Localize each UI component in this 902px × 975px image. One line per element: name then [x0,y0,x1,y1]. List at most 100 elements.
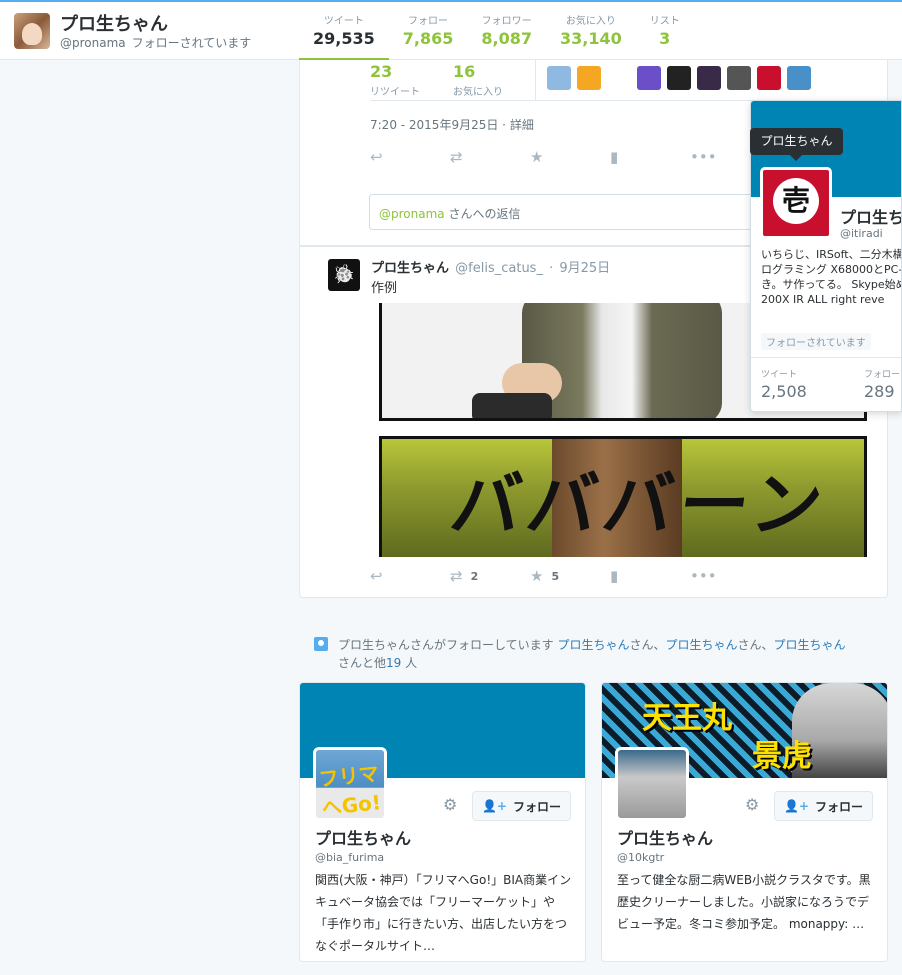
user-card-name[interactable]: プロ生ちゃん [617,825,713,849]
favorite-icon[interactable]: ★ [530,148,610,166]
person-icon [314,637,328,651]
stat-label: お気に入り [565,16,616,27]
stat-followers[interactable]: フォロワー 8,087 [467,0,546,60]
stat-label: フォロー [864,370,901,380]
stat-label: フォロー [408,16,449,27]
favoriter-avatar[interactable] [547,66,571,90]
user-card-avatar[interactable] [615,747,689,821]
favoriter-avatar[interactable] [637,66,661,90]
profile-handle-line: @pronama フォローされています [60,34,251,51]
favoriter-avatar[interactable] [577,66,601,90]
favorite-count-label: お気に入り [453,87,503,98]
gear-icon[interactable]: ⚙ [745,795,759,814]
follow-button[interactable]: 👤+ フォロー [472,791,571,821]
retweet-count: 2 [470,569,479,583]
favoriter-avatars [547,66,811,90]
follows-you-label: フォローされています [131,36,252,50]
followed-by-link[interactable]: プロ生ちゃん [557,638,629,652]
followed-by-link[interactable]: プロ生ちゃん [774,638,846,652]
separator: さん、 [737,638,774,652]
more-icon[interactable]: ••• [690,567,770,585]
followed-by-notice: プロ生ちゃんさんがフォローしています プロ生ちゃんさん、プロ生ちゃんさん、プロ生… [314,636,894,672]
reply-icon[interactable]: ↩ [370,567,450,585]
user-card-name[interactable]: プロ生ちゃん [315,825,411,849]
reply-placeholder: さんへの返信 [448,207,521,221]
retweet-icon[interactable]: ⇄ [450,148,530,166]
user-card[interactable]: 天王丸 景虎 ⚙ 👤+ フォロー プロ生ちゃん @10kgtr 至って健全な厨二病… [601,682,888,962]
retweet-icon[interactable]: ⇄ 2 [450,567,530,585]
retweet-count-label: リツイート [370,87,420,98]
user-card[interactable]: フリマへGo! ⚙ 👤+ フォロー プロ生ちゃん @bia_furima 関西(大… [299,682,586,962]
stat-tweets[interactable]: ツイート 29,535 [299,0,389,61]
user-card-bio: 至って健全な厨二病WEB小説クラスタです。黒歴史クリーナーしました。小説家になろ… [617,873,871,931]
reply-author-name[interactable]: プロ生ちゃん [371,261,449,276]
analytics-icon[interactable]: ▮ [610,148,690,166]
hover-card-bio: いちらじ、IRSoft、二分木構文解析とプログラミング X68000とPC-88… [761,248,902,306]
hover-stat-following[interactable]: フォロー 289 [864,367,900,401]
timestamp-text[interactable]: 7:20 - 2015年9月25日 [370,118,498,132]
stat-label: ツイート [323,16,364,27]
hover-card-name[interactable]: プロ生ちゃ [840,204,901,228]
user-card-handle[interactable]: @10kgtr [617,851,664,864]
retweet-count-number: 23 [370,62,393,81]
banner-title: 景虎 [752,739,812,774]
profile-stats: ツイート 29,535 フォロー 7,865 フォロワー 8,087 お気に入り 33,… [299,0,694,61]
reply-icon[interactable]: ↩ [370,148,450,166]
analytics-icon[interactable]: ▮ [610,567,690,585]
reply-author-handle[interactable]: @felis_catus_ [455,261,543,276]
reply-tweet-header: プロ生ちゃん @felis_catus_ · 9月25日 [371,261,611,276]
others-count-link[interactable]: 19 [386,656,401,670]
followed-by-link[interactable]: プロ生ちゃん [666,638,738,652]
favorite-count-number: 16 [453,62,476,81]
favoriter-avatar[interactable] [727,66,751,90]
avatar-logo-text: フリマへGo! [317,761,383,821]
stat-value: 33,140 [559,29,622,48]
stat-value: 29,535 [313,29,375,48]
follow-label: フォロー [814,799,863,814]
stat-following[interactable]: フォロー 7,865 [389,0,468,60]
profile-name[interactable]: プロ生ちゃん [60,10,168,36]
stat-value: 7,865 [402,29,454,48]
comic-panel-bottom: バババーン [379,436,867,557]
hover-stat-tweets[interactable]: ツイート 2,508 [761,367,807,401]
favorite-count[interactable]: 16 お気に入り [453,62,503,98]
stat-value: 3 [659,29,671,48]
hover-card-handle[interactable]: @itiradi [840,227,883,240]
favoriter-avatar[interactable] [787,66,811,90]
follows-you-badge: フォローされています [761,333,871,350]
favorite-icon[interactable]: ★ 5 [530,567,610,585]
retweet-count[interactable]: 23 リツイート [370,62,420,98]
user-card-avatar[interactable]: フリマへGo! [313,747,387,821]
favoriter-avatar[interactable] [607,66,631,90]
reply-date[interactable]: 9月25日 [559,261,610,276]
user-card-handle[interactable]: @bia_furima [315,851,384,864]
add-user-icon: 👤+ [481,799,507,813]
stat-label: リスト [649,16,680,27]
stat-favorites[interactable]: お気に入り 33,140 [546,0,636,60]
profile-handle[interactable]: @pronama [60,36,126,50]
tweet-timestamp: 7:20 - 2015年9月25日 · 詳細 [370,118,534,132]
reply-mention: @pronama [379,207,445,221]
favoriter-avatar[interactable] [697,66,721,90]
name-tooltip: プロ生ちゃん [750,128,843,161]
favoriter-avatar[interactable] [667,66,691,90]
banner-title: 天王丸 [642,701,732,736]
stat-value: 289 [864,382,895,401]
divider [751,357,901,358]
details-link[interactable]: 詳細 [510,118,534,132]
comic-sound-effect: バババーン [445,464,834,546]
divider [535,60,536,100]
notice-prefix: プロ生ちゃんさんがフォローしています [338,638,554,652]
favoriter-avatar[interactable] [757,66,781,90]
gear-icon[interactable]: ⚙ [443,795,457,814]
reply-text: 作例 [371,281,398,296]
reply-avatar[interactable] [328,259,360,291]
profile-avatar[interactable] [14,13,50,49]
add-user-icon: 👤+ [783,799,809,813]
stat-lists[interactable]: リスト 3 [636,0,694,60]
hover-card-avatar[interactable]: 壱 [760,167,832,239]
notice-others-suffix: 人 [401,656,418,670]
follow-button[interactable]: 👤+ フォロー [774,791,873,821]
user-card-bio: 関西(大阪・神戸）「フリマへGo!」BIA商業インキュベータ協会では「フリーマー… [315,873,572,953]
follow-label: フォロー [512,799,561,814]
